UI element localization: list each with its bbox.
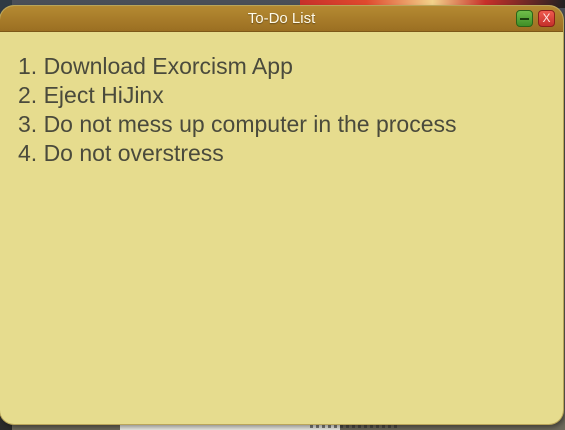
todo-list: 1. Download Exorcism App 2. Eject HiJinx… xyxy=(0,32,563,168)
todo-item: 3. Do not mess up computer in the proces… xyxy=(18,111,457,137)
close-icon: X xyxy=(542,11,551,25)
todo-list-window: To-Do List X 1. Download Exorcism App 2.… xyxy=(0,6,563,424)
todo-item: 4. Do not overstress xyxy=(18,140,224,166)
minimize-button[interactable] xyxy=(516,10,533,27)
close-button[interactable]: X xyxy=(538,10,555,27)
minimize-icon xyxy=(520,18,529,20)
window-titlebar[interactable]: To-Do List X xyxy=(0,6,563,32)
todo-item: 1. Download Exorcism App xyxy=(18,53,293,79)
window-title: To-Do List xyxy=(247,10,316,27)
todo-item: 2. Eject HiJinx xyxy=(18,82,164,108)
